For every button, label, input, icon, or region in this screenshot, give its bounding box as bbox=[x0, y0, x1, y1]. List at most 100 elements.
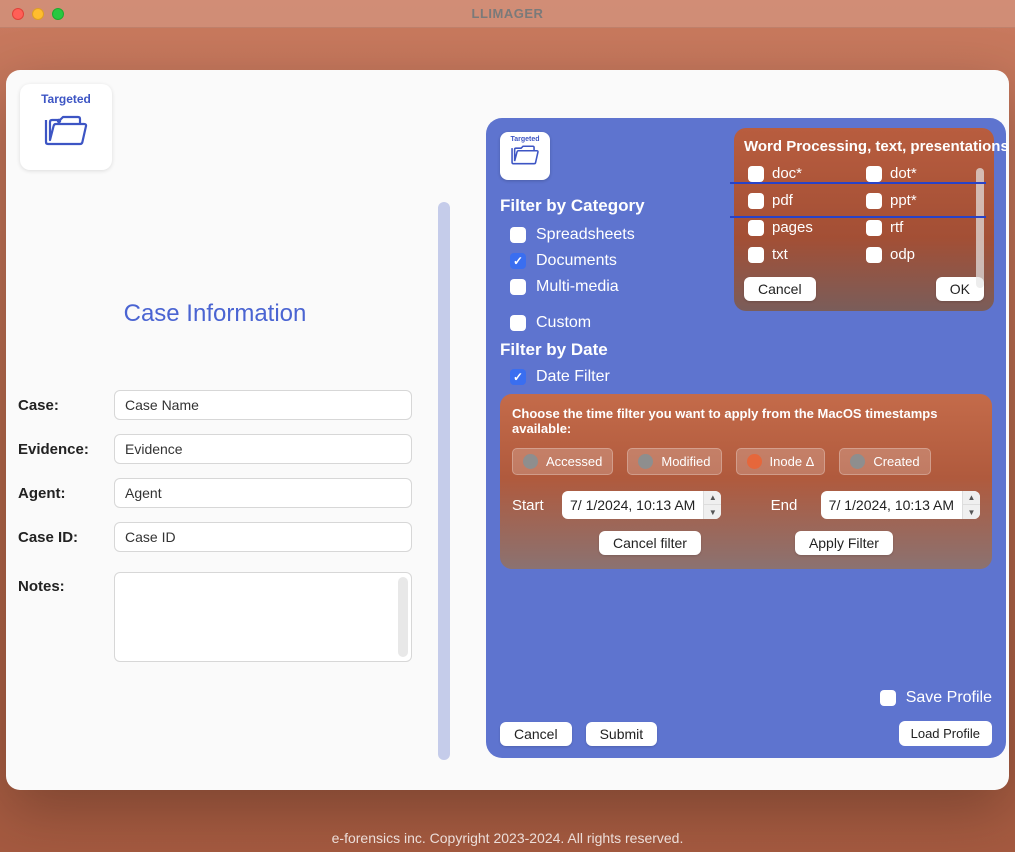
checkbox-icon[interactable] bbox=[748, 166, 764, 182]
chevron-up-icon[interactable]: ▲ bbox=[963, 491, 980, 505]
start-label: Start bbox=[512, 497, 552, 514]
ext-pages[interactable]: pages bbox=[748, 219, 862, 236]
radio-label: Accessed bbox=[546, 454, 602, 469]
left-column: Targeted Case Information Case: Evidence… bbox=[6, 70, 436, 790]
radio-icon bbox=[523, 454, 538, 469]
notes-textarea[interactable] bbox=[114, 572, 412, 662]
stepper[interactable]: ▲ ▼ bbox=[962, 491, 980, 519]
end-date-value: 7/ 1/2024, 10:13 AM bbox=[821, 497, 962, 513]
checkbox-icon[interactable] bbox=[510, 227, 526, 243]
checkbox-icon[interactable] bbox=[748, 247, 764, 263]
checkbox-icon[interactable] bbox=[748, 220, 764, 236]
checkbox-checked-icon[interactable] bbox=[510, 253, 526, 269]
ext-dot[interactable]: dot* bbox=[866, 165, 980, 182]
chevron-down-icon[interactable]: ▼ bbox=[963, 505, 980, 519]
popup-title: Word Processing, text, presentations bbox=[744, 138, 984, 155]
footer-text: e-forensics inc. Copyright 2023-2024. Al… bbox=[0, 830, 1015, 846]
right-bottom-bar: Save Profile Cancel Submit Load Profile bbox=[500, 689, 992, 746]
popup-scrollbar[interactable] bbox=[976, 168, 984, 288]
ext-label: ppt* bbox=[890, 192, 917, 209]
category-custom[interactable]: Custom bbox=[510, 314, 992, 332]
custom-label: Custom bbox=[536, 314, 591, 332]
mini-targeted-tile: Targeted bbox=[500, 132, 550, 180]
radio-icon bbox=[638, 454, 653, 469]
targeted-label: Targeted bbox=[26, 92, 106, 106]
agent-label: Agent: bbox=[18, 485, 114, 502]
ext-label: rtf bbox=[890, 219, 903, 236]
date-filter-panel: Choose the time filter you want to apply… bbox=[500, 394, 992, 569]
notes-label: Notes: bbox=[18, 572, 114, 595]
radio-modified[interactable]: Modified bbox=[627, 448, 721, 475]
date-filter-toggle[interactable]: Date Filter bbox=[510, 368, 992, 386]
main-modal: Targeted Case Information Case: Evidence… bbox=[6, 70, 1009, 790]
titlebar: LLIMAGER bbox=[0, 0, 1015, 28]
case-info-title: Case Information bbox=[18, 300, 412, 328]
ext-rtf[interactable]: rtf bbox=[866, 219, 980, 236]
folder-open-icon bbox=[510, 143, 540, 165]
checkbox-icon[interactable] bbox=[510, 315, 526, 331]
checkbox-icon[interactable] bbox=[880, 690, 896, 706]
submit-button[interactable]: Submit bbox=[586, 722, 658, 746]
ext-ppt[interactable]: ppt* bbox=[866, 192, 980, 209]
folder-open-icon bbox=[44, 112, 88, 146]
filter-panel: Targeted Filter by Category Spreadsheets… bbox=[486, 118, 1006, 758]
ext-label: pages bbox=[772, 219, 813, 236]
end-date-input[interactable]: 7/ 1/2024, 10:13 AM ▲ ▼ bbox=[821, 491, 980, 519]
ext-label: txt bbox=[772, 246, 788, 263]
radio-created[interactable]: Created bbox=[839, 448, 930, 475]
ext-odp[interactable]: odp bbox=[866, 246, 980, 263]
case-info: Case Information Case: Evidence: Agent: … bbox=[18, 300, 412, 662]
filter-date-title: Filter by Date bbox=[500, 340, 992, 360]
radio-icon bbox=[850, 454, 865, 469]
evidence-input[interactable] bbox=[114, 434, 412, 464]
save-profile-label: Save Profile bbox=[906, 689, 992, 707]
agent-input[interactable] bbox=[114, 478, 412, 508]
apply-filter-button[interactable]: Apply Filter bbox=[795, 531, 893, 555]
category-label: Multi-media bbox=[536, 278, 619, 296]
ext-label: dot* bbox=[890, 165, 917, 182]
checkbox-icon[interactable] bbox=[866, 220, 882, 236]
radio-label: Created bbox=[873, 454, 919, 469]
category-label: Spreadsheets bbox=[536, 226, 635, 244]
scrollbar-thumb[interactable] bbox=[438, 202, 450, 760]
checkbox-icon[interactable] bbox=[866, 166, 882, 182]
radio-inode[interactable]: Inode Δ bbox=[736, 448, 826, 475]
popup-cancel-button[interactable]: Cancel bbox=[744, 277, 816, 301]
ext-pdf[interactable]: pdf bbox=[748, 192, 862, 209]
window-title: LLIMAGER bbox=[0, 6, 1015, 21]
radio-label: Modified bbox=[661, 454, 710, 469]
timestamp-radios: Accessed Modified Inode Δ Created bbox=[512, 448, 980, 475]
radio-label: Inode Δ bbox=[770, 454, 815, 469]
radio-accessed[interactable]: Accessed bbox=[512, 448, 613, 475]
mini-label: Targeted bbox=[503, 136, 547, 143]
chevron-up-icon[interactable]: ▲ bbox=[704, 491, 721, 505]
ext-label: doc* bbox=[772, 165, 802, 182]
checkbox-icon[interactable] bbox=[866, 247, 882, 263]
load-profile-button[interactable]: Load Profile bbox=[899, 721, 992, 746]
checkbox-icon[interactable] bbox=[748, 193, 764, 209]
checkbox-icon[interactable] bbox=[510, 279, 526, 295]
caseid-input[interactable] bbox=[114, 522, 412, 552]
caseid-label: Case ID: bbox=[18, 529, 114, 546]
stepper[interactable]: ▲ ▼ bbox=[703, 491, 721, 519]
start-date-input[interactable]: 7/ 1/2024, 10:13 AM ▲ ▼ bbox=[562, 491, 721, 519]
ext-txt[interactable]: txt bbox=[748, 246, 862, 263]
ext-label: odp bbox=[890, 246, 915, 263]
scrollbar[interactable] bbox=[398, 577, 408, 657]
cancel-filter-button[interactable]: Cancel filter bbox=[599, 531, 701, 555]
save-profile-row[interactable]: Save Profile bbox=[500, 689, 992, 707]
ext-doc[interactable]: doc* bbox=[748, 165, 862, 182]
chevron-down-icon[interactable]: ▼ bbox=[704, 505, 721, 519]
targeted-tile[interactable]: Targeted bbox=[20, 84, 112, 170]
case-input[interactable] bbox=[114, 390, 412, 420]
evidence-label: Evidence: bbox=[18, 441, 114, 458]
extension-popup: Word Processing, text, presentations doc… bbox=[734, 128, 994, 311]
date-filter-label: Date Filter bbox=[536, 368, 610, 386]
end-label: End bbox=[771, 497, 811, 514]
cancel-button[interactable]: Cancel bbox=[500, 722, 572, 746]
date-filter-hint: Choose the time filter you want to apply… bbox=[512, 406, 980, 436]
checkbox-icon[interactable] bbox=[866, 193, 882, 209]
left-scrollbar[interactable] bbox=[436, 140, 452, 760]
ext-label: pdf bbox=[772, 192, 793, 209]
checkbox-checked-icon[interactable] bbox=[510, 369, 526, 385]
